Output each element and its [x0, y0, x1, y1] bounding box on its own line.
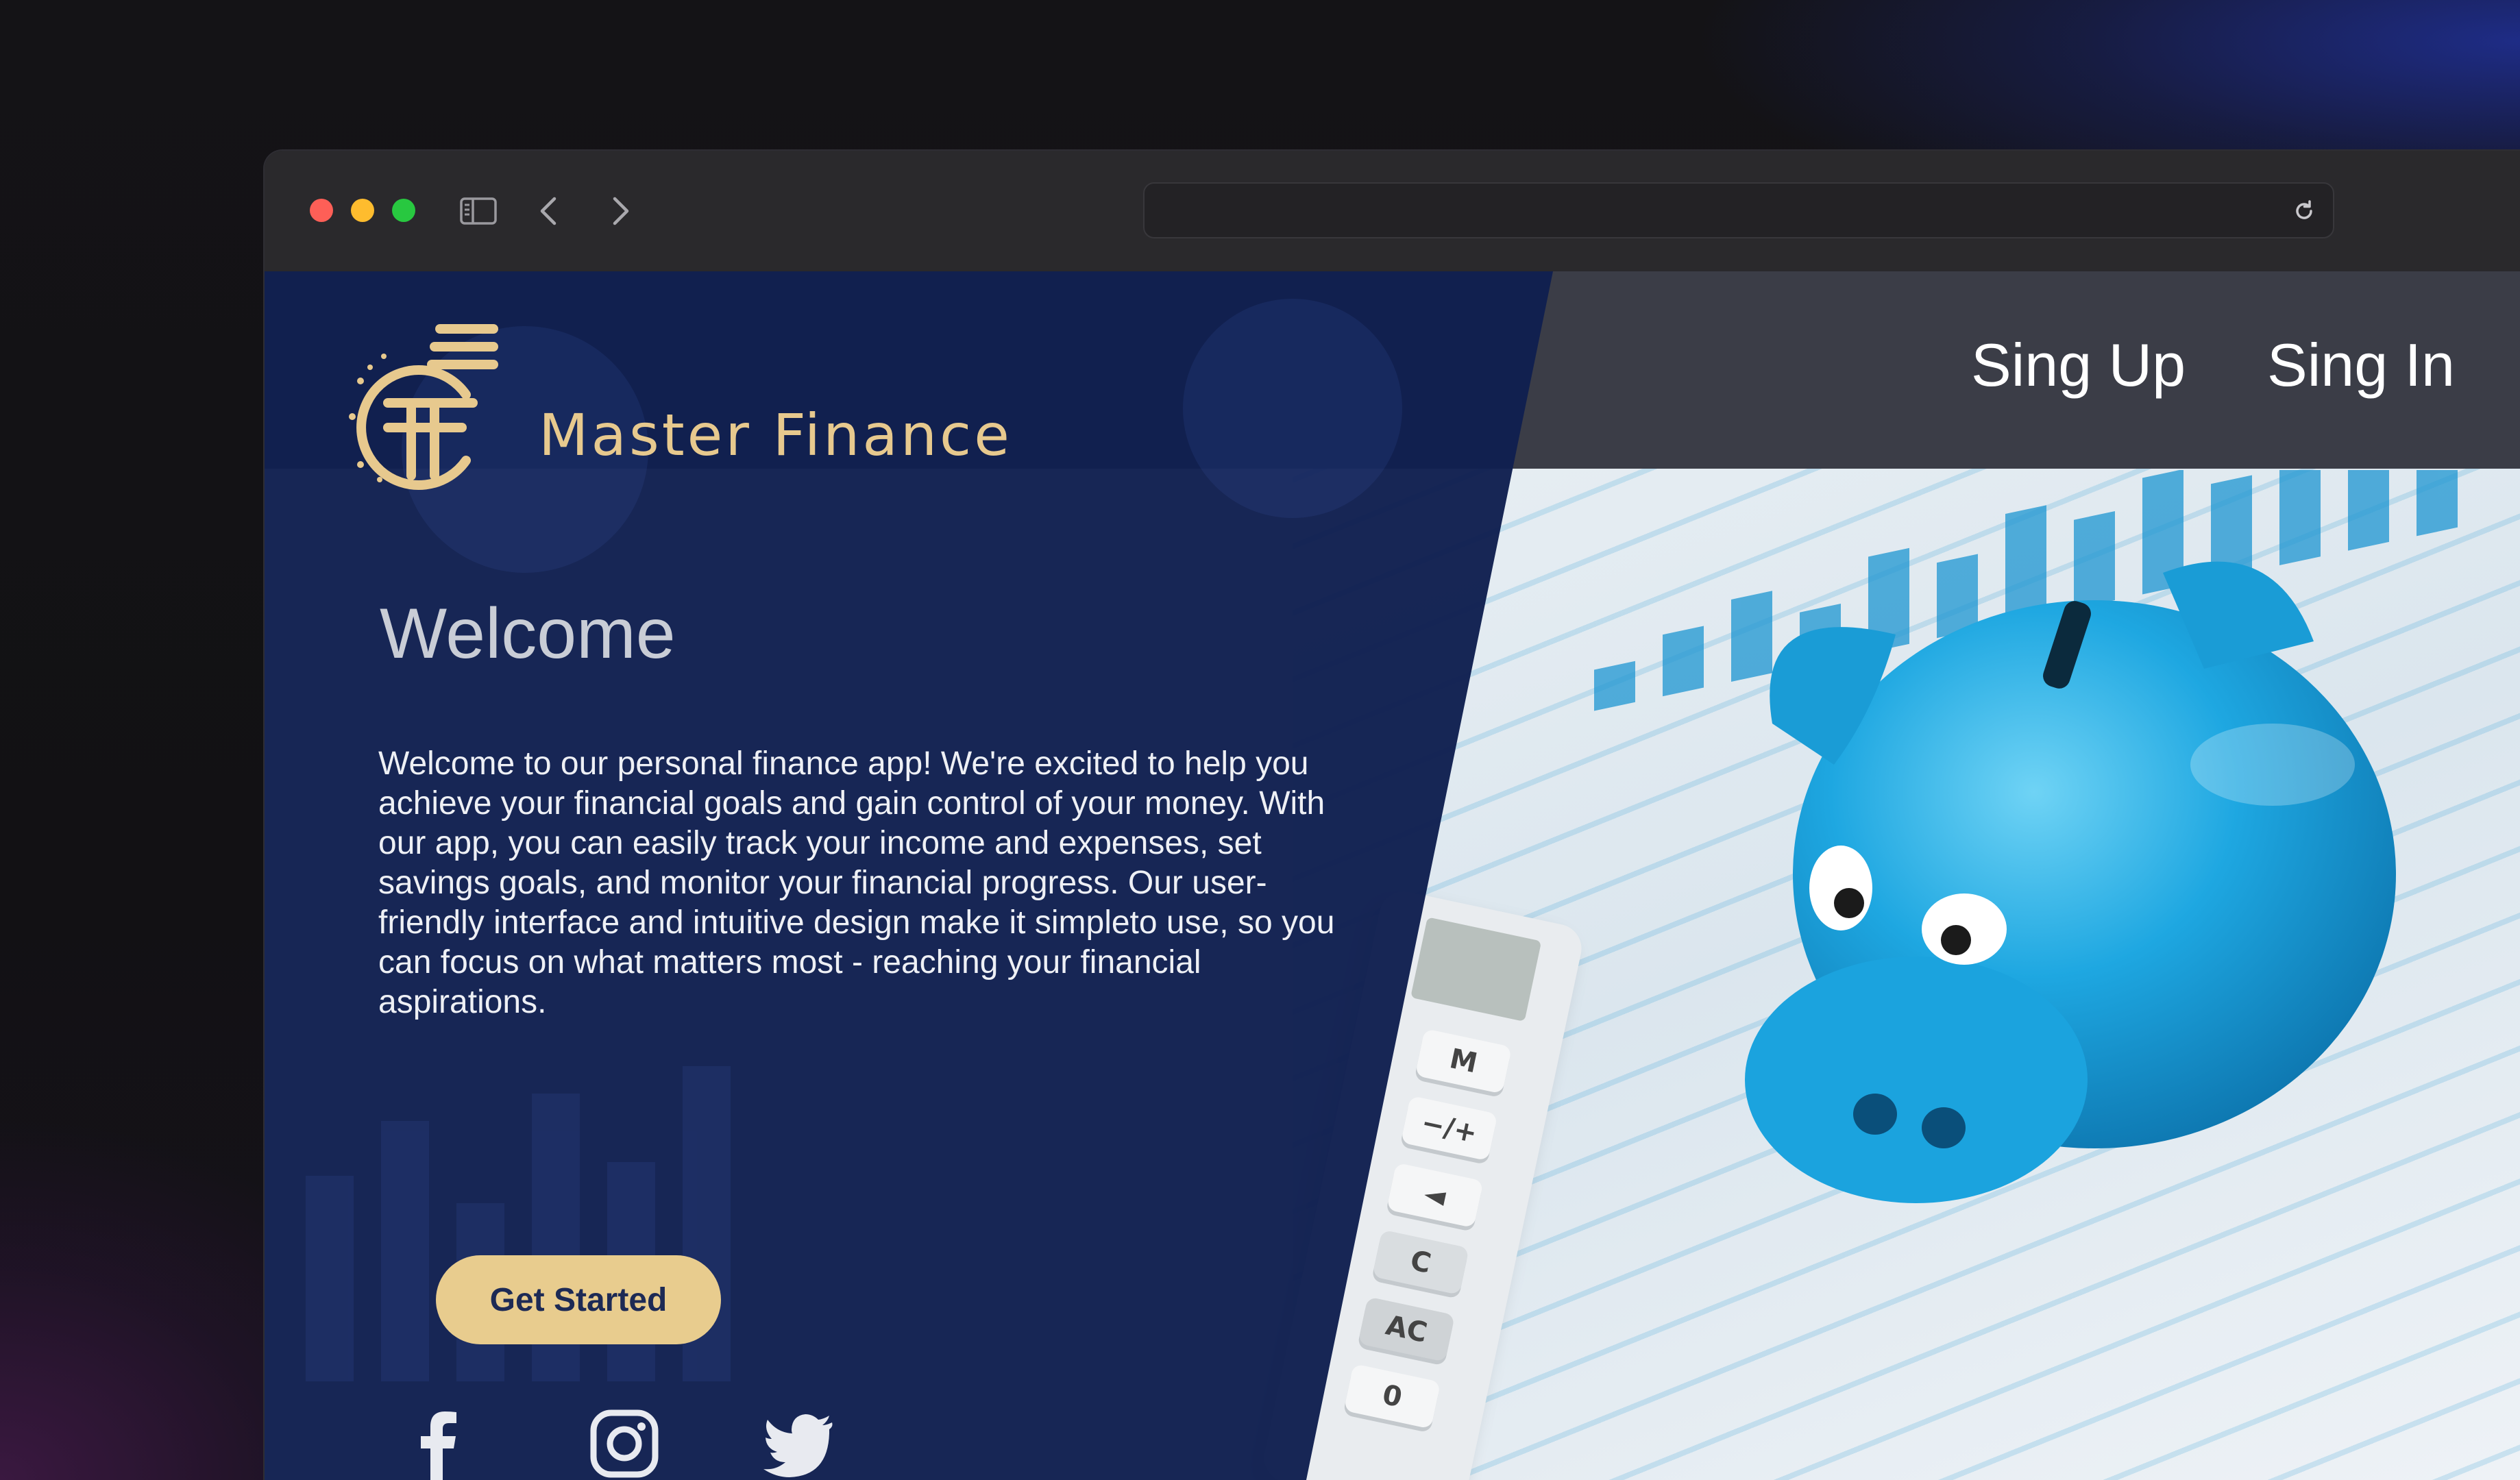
get-started-button[interactable]: Get Started	[436, 1255, 721, 1344]
nav-signup-link[interactable]: Sing Up	[1971, 330, 2186, 400]
hero-title: Welcome	[380, 594, 676, 674]
chevron-left-icon[interactable]	[528, 193, 569, 229]
website-viewport: M −/+ ◄ C AC 0 Sing Up Sing In Master Fi…	[265, 271, 2520, 1480]
calculator-key: −/+	[1400, 1095, 1498, 1161]
calculator-key: 0	[1343, 1364, 1441, 1429]
reload-icon[interactable]	[2292, 199, 2316, 223]
instagram-icon[interactable]	[587, 1406, 662, 1480]
piggy-bank-graphic	[1745, 561, 2396, 1203]
calculator-key: AC	[1358, 1296, 1456, 1362]
brand-logo-icon	[349, 324, 498, 490]
address-bar[interactable]	[1143, 182, 2334, 238]
calculator-key: M	[1415, 1028, 1513, 1094]
calculator-key: ◄	[1386, 1162, 1484, 1229]
twitter-icon[interactable]	[762, 1406, 837, 1480]
browser-window: M −/+ ◄ C AC 0 Sing Up Sing In Master Fi…	[265, 151, 2520, 1480]
calculator-key: C	[1372, 1229, 1469, 1296]
browser-titlebar	[265, 151, 2520, 273]
calculator-screen	[1410, 917, 1542, 1022]
close-window-button[interactable]	[310, 199, 333, 222]
sidebar-icon[interactable]	[458, 193, 499, 229]
maximize-window-button[interactable]	[392, 199, 415, 222]
hero-description: Welcome to our personal finance app! We'…	[378, 745, 1335, 1020]
facebook-icon[interactable]	[402, 1406, 477, 1480]
brand-name: Master Finance	[539, 402, 1012, 469]
nav-signin-link[interactable]: Sing In	[2267, 330, 2455, 400]
minimize-window-button[interactable]	[351, 199, 374, 222]
chevron-right-icon[interactable]	[600, 193, 641, 229]
